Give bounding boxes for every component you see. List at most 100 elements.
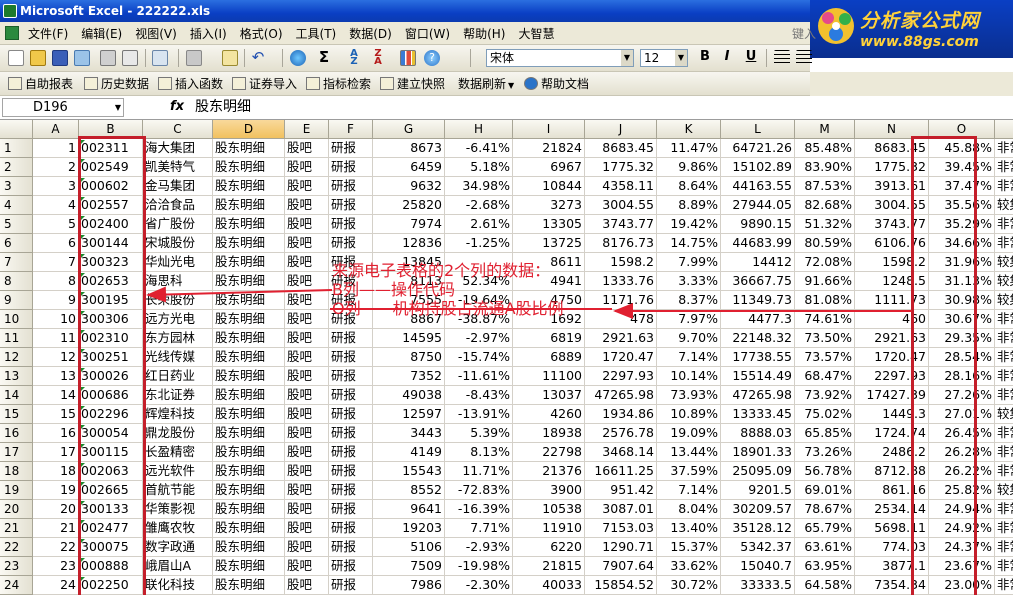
cell-j[interactable]: 1934.86 bbox=[585, 405, 657, 424]
cell-j[interactable]: 3004.55 bbox=[585, 196, 657, 215]
sort-descending-icon[interactable]: ZA bbox=[370, 49, 386, 67]
permission-icon[interactable] bbox=[74, 50, 90, 66]
cell-f[interactable]: 研报 bbox=[329, 462, 373, 481]
cell-i[interactable]: 4260 bbox=[513, 405, 585, 424]
cell-g[interactable]: 19203 bbox=[373, 519, 445, 538]
securities-import-button[interactable]: 证券导入 bbox=[232, 76, 297, 92]
cell-[interactable]: 非常 bbox=[995, 443, 1013, 462]
cell-[interactable]: 非常 bbox=[995, 367, 1013, 386]
cell-l[interactable]: 5342.37 bbox=[721, 538, 795, 557]
cell-c[interactable]: 省广股份 bbox=[143, 215, 213, 234]
cell-h[interactable]: 8.13% bbox=[445, 443, 513, 462]
cell-c[interactable]: 华灿光电 bbox=[143, 253, 213, 272]
cell-e[interactable]: 股吧 bbox=[285, 329, 329, 348]
cell-m[interactable]: 63.95% bbox=[795, 557, 855, 576]
cell-e[interactable]: 股吧 bbox=[285, 139, 329, 158]
cell-a[interactable]: 20 bbox=[33, 500, 79, 519]
cell-m[interactable]: 91.66% bbox=[795, 272, 855, 291]
cell-j[interactable]: 3743.77 bbox=[585, 215, 657, 234]
menu-item[interactable]: 帮助(H) bbox=[463, 25, 505, 42]
cell-j[interactable]: 8683.45 bbox=[585, 139, 657, 158]
cell-m[interactable]: 56.78% bbox=[795, 462, 855, 481]
cell-[interactable]: 非常 bbox=[995, 424, 1013, 443]
cell-g[interactable]: 49038 bbox=[373, 386, 445, 405]
format-painter-icon[interactable] bbox=[222, 50, 238, 66]
cell-i[interactable]: 21376 bbox=[513, 462, 585, 481]
cell-k[interactable]: 37.59% bbox=[657, 462, 721, 481]
cell-d[interactable]: 股东明细 bbox=[213, 576, 285, 595]
cell-f[interactable]: 研报 bbox=[329, 329, 373, 348]
cell-d[interactable]: 股东明细 bbox=[213, 158, 285, 177]
cell-a[interactable]: 1 bbox=[33, 139, 79, 158]
cell-m[interactable]: 82.68% bbox=[795, 196, 855, 215]
cell-k[interactable]: 8.04% bbox=[657, 500, 721, 519]
cell-l[interactable]: 15102.89 bbox=[721, 158, 795, 177]
column-header[interactable]: F bbox=[329, 120, 373, 139]
cell-l[interactable]: 14412 bbox=[721, 253, 795, 272]
column-header[interactable]: G bbox=[373, 120, 445, 139]
cell-a[interactable]: 7 bbox=[33, 253, 79, 272]
cell-a[interactable]: 6 bbox=[33, 234, 79, 253]
cell-a[interactable]: 14 bbox=[33, 386, 79, 405]
cell-g[interactable]: 9641 bbox=[373, 500, 445, 519]
cell-[interactable]: 非常 bbox=[995, 576, 1013, 595]
formula-input[interactable]: 股东明细 bbox=[195, 98, 251, 117]
cell-f[interactable]: 研报 bbox=[329, 557, 373, 576]
cell-c[interactable]: 峨眉山A bbox=[143, 557, 213, 576]
cell-a[interactable]: 19 bbox=[33, 481, 79, 500]
cell-i[interactable]: 21815 bbox=[513, 557, 585, 576]
cell-f[interactable]: 研报 bbox=[329, 367, 373, 386]
cell-c[interactable]: 红日药业 bbox=[143, 367, 213, 386]
cell-[interactable]: 非常 bbox=[995, 557, 1013, 576]
cell-a[interactable]: 24 bbox=[33, 576, 79, 595]
cell-a[interactable]: 10 bbox=[33, 310, 79, 329]
menu-item[interactable]: 工具(T) bbox=[296, 25, 337, 42]
cell-l[interactable]: 47265.98 bbox=[721, 386, 795, 405]
cell-a[interactable]: 15 bbox=[33, 405, 79, 424]
cell-k[interactable]: 10.14% bbox=[657, 367, 721, 386]
spreadsheet-grid[interactable]: A B C D E F G H I J K L M N O 1 1 002311 海大集团 股东明细 股吧 研报 8673-… bbox=[0, 120, 1013, 595]
history-data-button[interactable]: 历史数据 bbox=[84, 76, 149, 92]
cell-a[interactable]: 9 bbox=[33, 291, 79, 310]
cell-d[interactable]: 股东明细 bbox=[213, 462, 285, 481]
help-icon[interactable]: ? bbox=[424, 50, 440, 66]
cell-a[interactable]: 17 bbox=[33, 443, 79, 462]
data-refresh-button[interactable]: 数据刷新 ▼ bbox=[458, 76, 514, 94]
print-preview-icon[interactable] bbox=[122, 50, 138, 66]
cell-j[interactable]: 15854.52 bbox=[585, 576, 657, 595]
cell-h[interactable]: -11.61% bbox=[445, 367, 513, 386]
cell-d[interactable]: 股东明细 bbox=[213, 253, 285, 272]
row-header[interactable]: 11 bbox=[0, 329, 33, 348]
cell-m[interactable]: 73.50% bbox=[795, 329, 855, 348]
cell-k[interactable]: 7.14% bbox=[657, 348, 721, 367]
menu-item[interactable]: 编辑(E) bbox=[81, 25, 122, 42]
row-header[interactable]: 4 bbox=[0, 196, 33, 215]
cell-c[interactable]: 长荣股份 bbox=[143, 291, 213, 310]
cell-e[interactable]: 股吧 bbox=[285, 215, 329, 234]
cell-h[interactable]: -2.97% bbox=[445, 329, 513, 348]
name-box[interactable]: D196 ▼ bbox=[2, 98, 124, 117]
cell-k[interactable]: 13.44% bbox=[657, 443, 721, 462]
cell-j[interactable]: 3468.14 bbox=[585, 443, 657, 462]
row-header[interactable]: 20 bbox=[0, 500, 33, 519]
menu-item[interactable]: 文件(F) bbox=[28, 25, 68, 42]
cell-e[interactable]: 股吧 bbox=[285, 519, 329, 538]
cell-m[interactable]: 68.47% bbox=[795, 367, 855, 386]
cell-e[interactable]: 股吧 bbox=[285, 462, 329, 481]
cell-i[interactable]: 18938 bbox=[513, 424, 585, 443]
cell-c[interactable]: 光线传媒 bbox=[143, 348, 213, 367]
cell-a[interactable]: 13 bbox=[33, 367, 79, 386]
cell-e[interactable]: 股吧 bbox=[285, 177, 329, 196]
cell-c[interactable]: 宋城股份 bbox=[143, 234, 213, 253]
cell-d[interactable]: 股东明细 bbox=[213, 329, 285, 348]
row-header[interactable]: 23 bbox=[0, 557, 33, 576]
cell-k[interactable]: 15.37% bbox=[657, 538, 721, 557]
cell-f[interactable]: 研报 bbox=[329, 576, 373, 595]
cell-c[interactable]: 数字政通 bbox=[143, 538, 213, 557]
cell-g[interactable]: 9632 bbox=[373, 177, 445, 196]
cell-a[interactable]: 21 bbox=[33, 519, 79, 538]
cell-j[interactable]: 2576.78 bbox=[585, 424, 657, 443]
chevron-down-icon[interactable]: ▼ bbox=[621, 50, 633, 66]
cell-d[interactable]: 股东明细 bbox=[213, 348, 285, 367]
cell-k[interactable]: 14.75% bbox=[657, 234, 721, 253]
